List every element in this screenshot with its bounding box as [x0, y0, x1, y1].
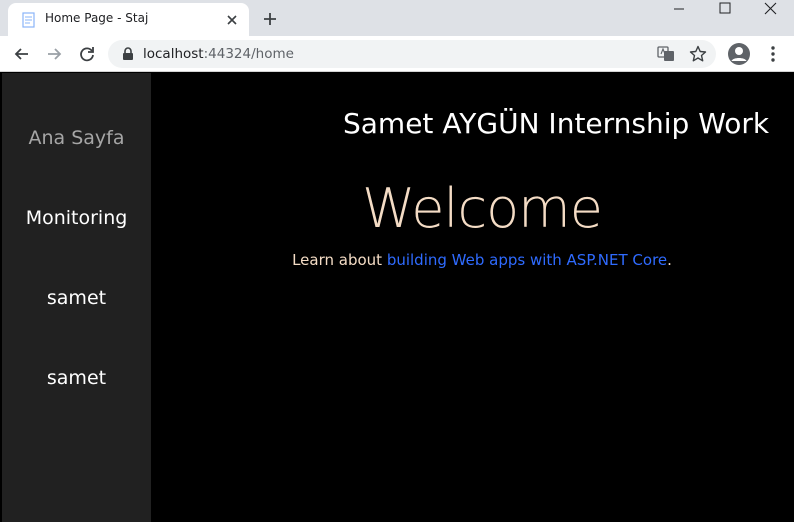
page-heading: Welcome — [361, 177, 603, 240]
sidebar: Ana Sayfa Monitoring samet samet — [2, 73, 151, 522]
bookmark-star-icon[interactable] — [689, 45, 707, 63]
translate-icon[interactable] — [657, 45, 675, 63]
window-close-icon[interactable] — [748, 0, 794, 30]
address-bar[interactable]: localhost:44324/home — [108, 40, 716, 68]
lock-icon[interactable] — [122, 47, 134, 61]
web-page: Ana Sayfa Monitoring samet samet Samet A… — [0, 73, 794, 522]
url-host: localhost — [143, 46, 204, 62]
tab-title: Home Page - Staj — [45, 11, 149, 25]
forward-arrow-icon[interactable] — [44, 44, 64, 64]
minimize-icon[interactable] — [656, 0, 702, 30]
close-icon[interactable] — [224, 12, 240, 28]
sidebar-item-ana-sayfa[interactable]: Ana Sayfa — [2, 127, 151, 149]
maximize-icon[interactable] — [702, 0, 748, 30]
back-arrow-icon[interactable] — [12, 44, 32, 64]
browser-toolbar: localhost:44324/home — [0, 36, 794, 72]
url-path: :44324/home — [203, 46, 294, 62]
learn-suffix: . — [667, 251, 672, 269]
profile-avatar-icon[interactable] — [727, 42, 751, 66]
plus-icon[interactable] — [260, 9, 280, 29]
kebab-menu-icon[interactable] — [763, 44, 783, 64]
site-title: Samet AYGÜN Internship Work — [343, 107, 770, 140]
url-text[interactable]: localhost:44324/home — [143, 46, 294, 62]
tab-strip: Home Page - Staj — [0, 0, 794, 36]
page-icon — [22, 12, 35, 28]
reload-icon[interactable] — [77, 44, 97, 64]
sidebar-item-samet-1[interactable]: samet — [2, 287, 151, 309]
learn-paragraph: Learn about building Web apps with ASP.N… — [0, 251, 794, 269]
sidebar-item-samet-2[interactable]: samet — [2, 367, 151, 389]
browser-tab[interactable]: Home Page - Staj — [8, 3, 249, 36]
aspnet-docs-link[interactable]: building Web apps with ASP.NET Core — [387, 251, 667, 269]
learn-prefix: Learn about — [292, 251, 387, 269]
